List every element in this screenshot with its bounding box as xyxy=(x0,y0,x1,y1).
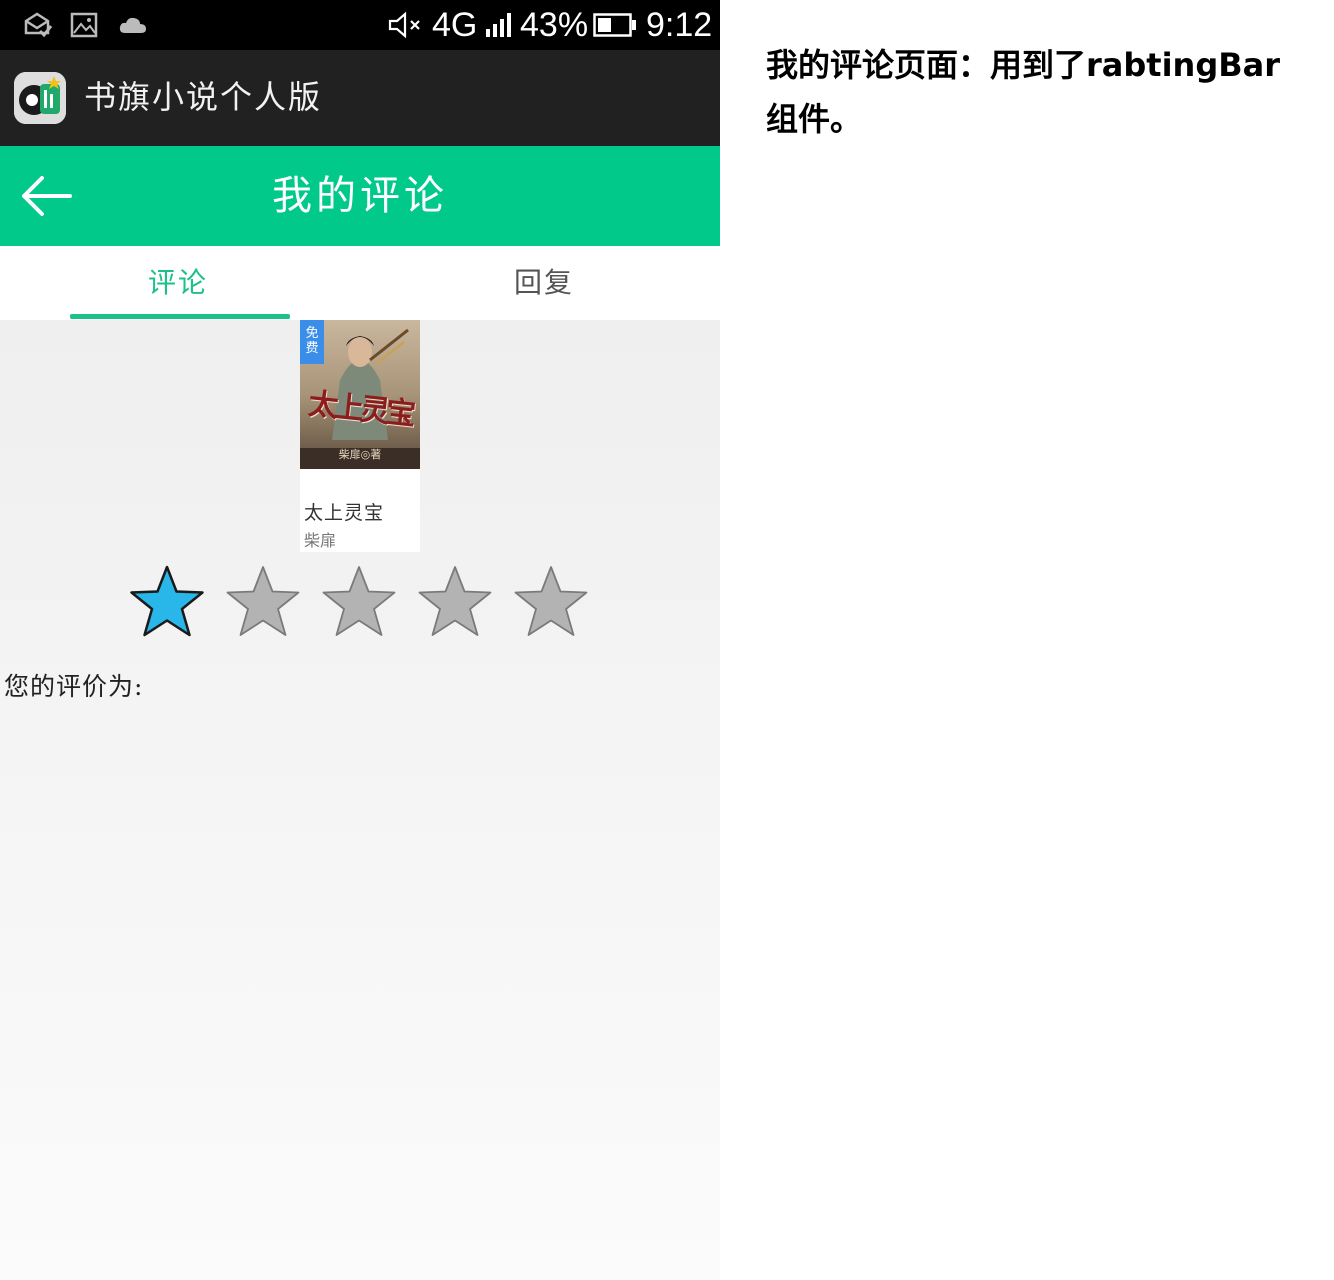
mute-icon xyxy=(386,9,424,41)
cover-author: 柴扉◎著 xyxy=(338,448,382,461)
tab-replies[interactable]: 回复 xyxy=(360,246,720,320)
rating-label: 您的评价为: xyxy=(4,672,144,701)
page-header: 我的评论 xyxy=(0,146,720,246)
rating-bar[interactable] xyxy=(128,564,592,640)
comment-content: 免费 太上灵宝 柴扉◎著 太上灵宝 柴扉 您的评价为: xyxy=(0,320,720,1280)
app-logo-icon xyxy=(14,72,66,124)
battery-icon xyxy=(592,9,638,41)
mail-check-icon xyxy=(22,9,54,41)
rating-star-5[interactable] xyxy=(512,564,590,640)
cloud-icon xyxy=(116,9,150,41)
status-bar: 4G 43% 9:12 xyxy=(0,0,720,50)
tab-bar: 评论 回复 xyxy=(0,246,720,320)
rating-star-4[interactable] xyxy=(416,564,494,640)
battery-percent: 43% xyxy=(520,6,589,44)
app-title: 书旗小说个人版 xyxy=(84,78,323,116)
phone-screen: 4G 43% 9:12 书旗小说个人版 我的评论 评论 回复 免费 太上灵宝 柴… xyxy=(0,0,720,1280)
tab-replies-label: 回复 xyxy=(513,266,574,299)
caption-text: 我的评论页面：用到了rabtingBar组件。 xyxy=(766,46,1281,138)
rating-star-3[interactable] xyxy=(320,564,398,640)
back-arrow-icon xyxy=(22,176,72,216)
image-icon xyxy=(68,9,100,41)
clock: 9:12 xyxy=(646,6,713,44)
app-title-bar: 书旗小说个人版 xyxy=(0,50,720,146)
tab-comments[interactable]: 评论 xyxy=(0,246,360,320)
back-button[interactable] xyxy=(20,172,76,220)
book-cover: 免费 太上灵宝 柴扉◎著 xyxy=(300,320,420,469)
page-title: 我的评论 xyxy=(272,173,448,219)
network-type: 4G xyxy=(432,6,478,44)
rating-star-2[interactable] xyxy=(224,564,302,640)
book-card[interactable]: 免费 太上灵宝 柴扉◎著 太上灵宝 柴扉 xyxy=(300,320,420,552)
book-title: 太上灵宝 xyxy=(304,502,385,524)
active-tab-indicator xyxy=(70,314,290,319)
tab-comments-label: 评论 xyxy=(147,266,208,299)
signal-icon xyxy=(484,9,514,41)
rating-star-1[interactable] xyxy=(128,564,206,640)
book-author: 柴扉 xyxy=(304,531,337,550)
free-badge: 免费 xyxy=(300,320,324,364)
